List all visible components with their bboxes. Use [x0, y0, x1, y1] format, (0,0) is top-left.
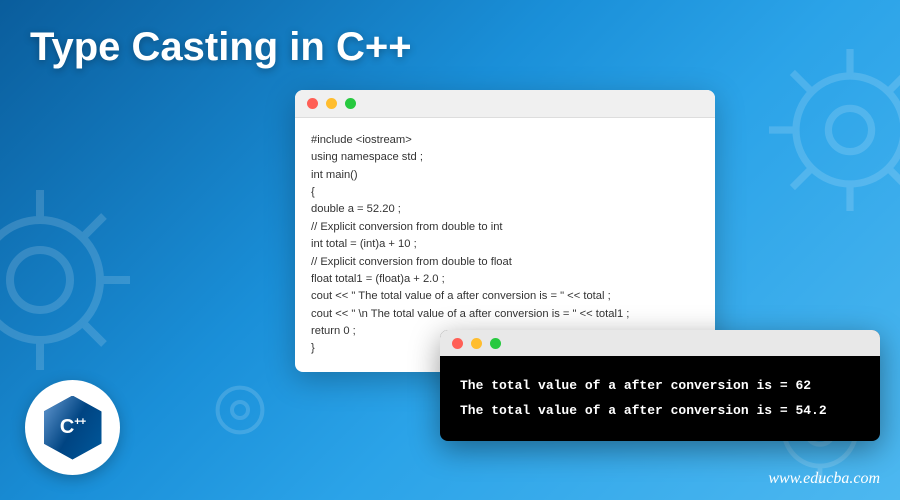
- code-line: cout << " The total value of a after con…: [311, 288, 699, 305]
- code-line: int main(): [311, 167, 699, 184]
- output-line: The total value of a after conversion is…: [460, 399, 860, 424]
- maximize-icon: [490, 338, 501, 349]
- minimize-icon: [326, 98, 337, 109]
- bg-gear-icon: [0, 180, 140, 380]
- code-line: {: [311, 184, 699, 201]
- website-url: www.educba.com: [768, 470, 880, 488]
- window-titlebar: [440, 330, 880, 356]
- code-line: #include <iostream>: [311, 132, 699, 149]
- code-line: using namespace std ;: [311, 149, 699, 166]
- logo-suffix: ++: [74, 416, 85, 428]
- code-line: // Explicit conversion from double to in…: [311, 219, 699, 236]
- output-line: The total value of a after conversion is…: [460, 374, 860, 399]
- cpp-logo: C++: [25, 380, 120, 475]
- minimize-icon: [471, 338, 482, 349]
- logo-text: C: [60, 416, 74, 438]
- terminal-output: The total value of a after conversion is…: [440, 356, 880, 441]
- code-line: double a = 52.20 ;: [311, 201, 699, 218]
- code-line: float total1 = (float)a + 2.0 ;: [311, 271, 699, 288]
- bg-gear-icon: [760, 40, 900, 220]
- window-titlebar: [295, 90, 715, 118]
- close-icon: [307, 98, 318, 109]
- maximize-icon: [345, 98, 356, 109]
- page-title: Type Casting in C++: [30, 25, 412, 70]
- code-line: cout << " \n The total value of a after …: [311, 306, 699, 323]
- code-line: int total = (int)a + 10 ;: [311, 236, 699, 253]
- cpp-hex-icon: C++: [44, 396, 102, 460]
- close-icon: [452, 338, 463, 349]
- bg-gear-icon: [200, 370, 280, 450]
- terminal-window: The total value of a after conversion is…: [440, 330, 880, 441]
- code-line: // Explicit conversion from double to fl…: [311, 254, 699, 271]
